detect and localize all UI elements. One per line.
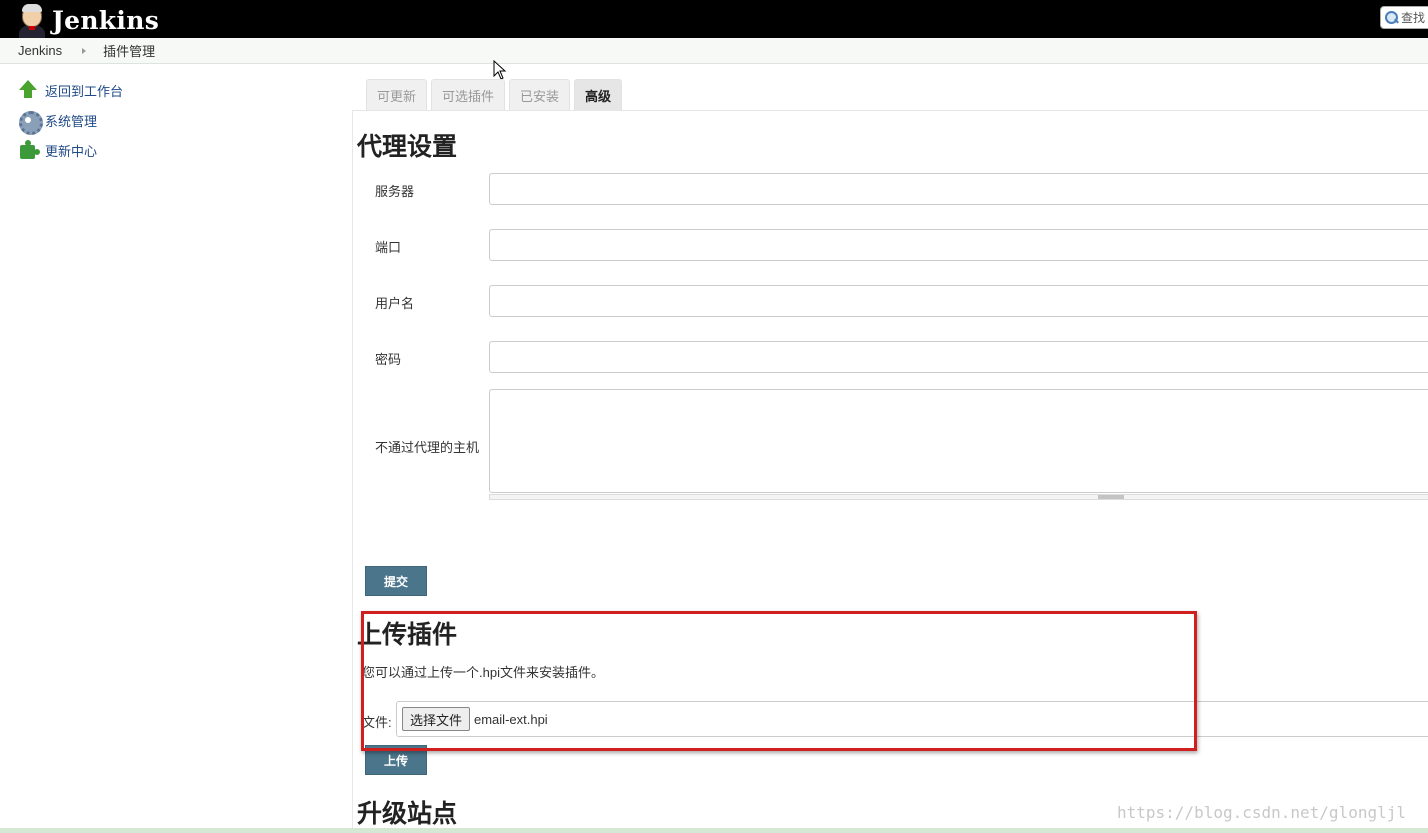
breadcrumb: Jenkins 插件管理 (0, 38, 1428, 64)
textarea-resize-bar[interactable] (489, 494, 1428, 500)
password-label: 密码 (375, 352, 402, 367)
watermark: https://blog.csdn.net/glongljl (1117, 803, 1406, 822)
server-label: 服务器 (375, 184, 415, 199)
sidebar-item-manage-jenkins[interactable]: 系统管理 (17, 108, 97, 135)
username-input[interactable] (489, 285, 1428, 317)
annotation-highlight-box (361, 611, 1197, 751)
tab-underline (352, 110, 1428, 111)
port-label: 端口 (375, 240, 402, 255)
tab-updates[interactable]: 可更新 (366, 79, 428, 111)
sidebar-item-label[interactable]: 返回到工作台 (45, 81, 123, 100)
sidebar-item-label[interactable]: 更新中心 (45, 141, 97, 160)
breadcrumb-jenkins[interactable]: Jenkins (18, 43, 62, 58)
tab-installed[interactable]: 已安装 (509, 79, 571, 111)
breadcrumb-plugin-manager[interactable]: 插件管理 (103, 41, 155, 60)
sidebar-item-update-center[interactable]: 更新中心 (17, 138, 97, 162)
jenkins-logo[interactable]: Jenkins (16, 2, 159, 38)
up-arrow-icon (17, 79, 39, 101)
proxy-settings-title: 代理设置 (357, 133, 458, 161)
password-input[interactable] (489, 341, 1428, 373)
sidebar-item-label[interactable]: 系统管理 (45, 111, 97, 130)
search-box[interactable]: 查找 (1380, 6, 1428, 29)
no-proxy-host-label: 不通过代理的主机 (375, 440, 480, 455)
sidebar-item-back-to-dashboard[interactable]: 返回到工作台 (17, 78, 123, 102)
tab-available[interactable]: 可选插件 (431, 79, 506, 111)
top-header: Jenkins 查找 (0, 0, 1428, 38)
submit-button[interactable]: 提交 (365, 566, 427, 596)
breadcrumb-separator-icon (82, 47, 87, 54)
app-name[interactable]: Jenkins (52, 6, 159, 35)
no-proxy-host-textarea[interactable] (489, 389, 1428, 493)
server-input[interactable] (489, 173, 1428, 205)
resize-grip-icon[interactable] (1098, 495, 1124, 499)
bottom-strip (0, 828, 1428, 833)
tab-bar: 可更新 可选插件 已安装 高级 (366, 79, 626, 111)
sidebar-divider (352, 110, 353, 833)
jenkins-butler-icon (16, 2, 48, 38)
puzzle-icon (17, 139, 39, 161)
tab-advanced[interactable]: 高级 (574, 79, 623, 111)
sidebar: 返回到工作台 系统管理 更新中心 (0, 64, 352, 833)
username-label: 用户名 (375, 296, 415, 311)
search-placeholder: 查找 (1401, 11, 1426, 25)
port-input[interactable] (489, 229, 1428, 261)
mouse-cursor-icon (493, 60, 507, 80)
search-icon (1384, 10, 1400, 26)
update-site-title: 升级站点 (357, 800, 458, 828)
gear-icon (17, 109, 43, 135)
